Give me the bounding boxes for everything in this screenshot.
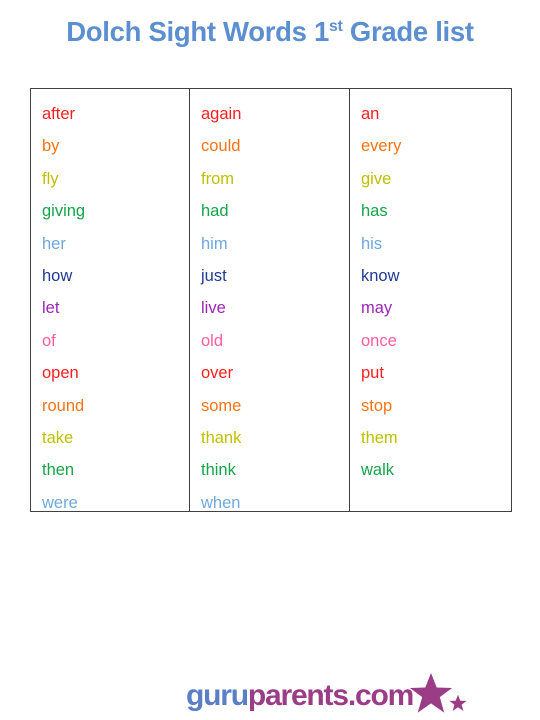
word-item: could	[201, 137, 241, 156]
word-item: from	[201, 169, 234, 188]
word-item: old	[201, 331, 224, 350]
word-item: every	[361, 137, 402, 156]
word-item: thank	[201, 428, 242, 447]
word-item: stop	[361, 396, 393, 415]
word-item: has	[361, 202, 388, 221]
word-item: had	[201, 202, 229, 221]
word-item: how	[42, 266, 73, 285]
word-item: again	[201, 105, 242, 123]
word-item: round	[42, 396, 85, 415]
word-item: let	[42, 299, 60, 318]
word-item: over	[201, 364, 234, 383]
word-item: her	[42, 234, 66, 253]
page-title: Dolch Sight Words 1st Grade list	[0, 16, 540, 48]
word-column-2: again could from had him just live old over some t…	[189, 89, 349, 512]
logo-guru-text: guru	[186, 679, 249, 712]
page-title-tail: Grade list	[342, 16, 474, 47]
word-item: once	[361, 331, 397, 350]
word-item: walk	[361, 461, 395, 480]
word-item: just	[201, 266, 227, 285]
word-item: him	[201, 234, 228, 253]
word-item: his	[361, 234, 383, 253]
word-item: some	[201, 396, 242, 415]
logo-text: guruparents.com	[186, 679, 414, 712]
logo-wordmark[interactable]: guruparents.com	[186, 672, 471, 720]
word-column-3: an every give has his know may once put stop them w…	[349, 89, 511, 511]
star-large-icon	[409, 672, 453, 713]
word-item: of	[42, 331, 56, 350]
word-item: live	[201, 299, 226, 318]
logo-stars	[409, 672, 471, 720]
word-item: think	[201, 461, 236, 480]
word-item: by	[42, 137, 60, 156]
word-item: when	[201, 493, 241, 512]
word-item: then	[42, 461, 75, 480]
page-title-superscript: st	[328, 17, 343, 35]
word-item: giving	[42, 202, 86, 221]
word-item: know	[361, 266, 400, 285]
word-item: fly	[42, 169, 59, 188]
word-list-table: after by fly giving her how let of open round take…	[30, 88, 512, 512]
word-item: give	[361, 169, 392, 188]
footer-logo[interactable]: guruparents.com	[0, 672, 540, 720]
word-item: open	[42, 364, 79, 383]
word-item: after	[42, 105, 76, 123]
word-item: may	[361, 299, 393, 318]
logo-parents-text: parents.com	[247, 679, 414, 712]
star-small-icon	[449, 694, 467, 712]
word-item: take	[42, 428, 74, 447]
page-title-main: Dolch Sight Words 1	[66, 16, 329, 47]
word-column-1: after by fly giving her how let of open round take…	[31, 89, 189, 512]
word-item: an	[361, 105, 380, 123]
word-item: were	[42, 493, 78, 512]
word-item: them	[361, 428, 398, 447]
word-item: put	[361, 364, 384, 383]
